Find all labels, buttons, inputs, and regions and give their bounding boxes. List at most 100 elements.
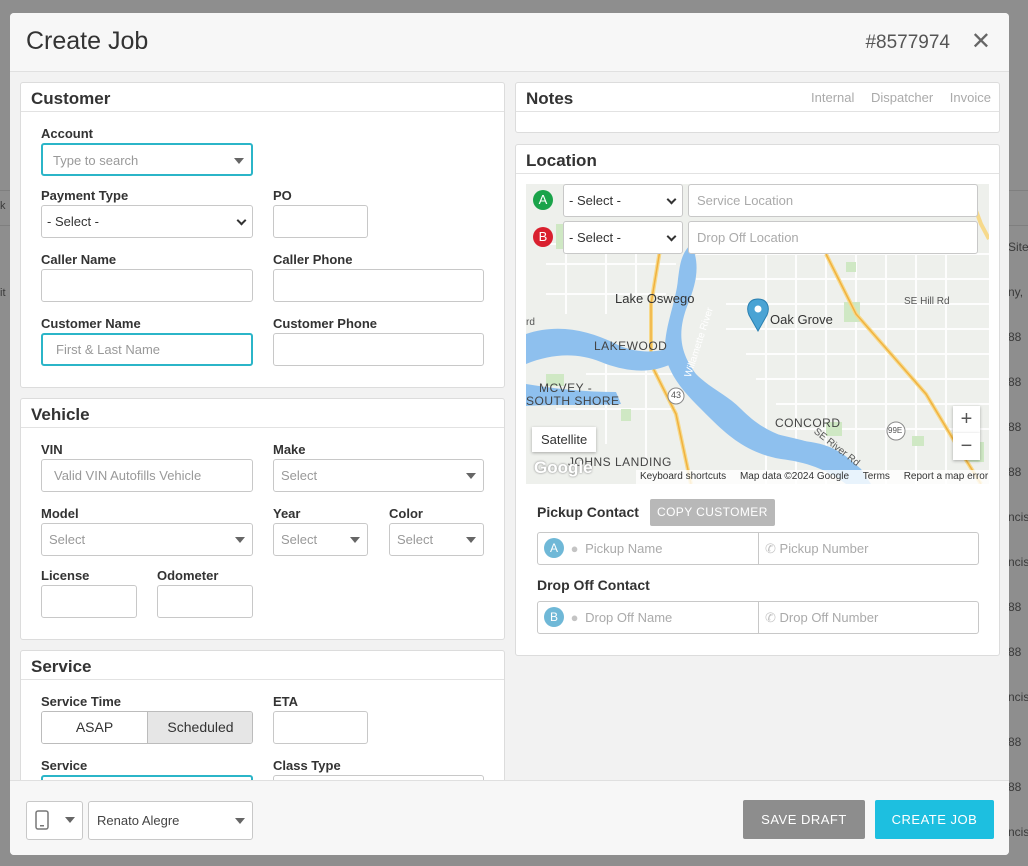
bg-text: k xyxy=(0,200,6,212)
eta-label: ETA xyxy=(273,694,299,709)
service-location-placeholder: Service Location xyxy=(697,193,794,208)
mobile-phone-icon xyxy=(35,810,49,830)
location-a-badge: A xyxy=(533,190,553,210)
dropdown-caret-icon xyxy=(234,158,244,164)
bg-text: ncis xyxy=(1008,825,1028,839)
drop-off-contact-label: Drop Off Contact xyxy=(537,577,650,593)
model-placeholder: Select xyxy=(49,532,86,547)
tab-dispatcher[interactable]: Dispatcher xyxy=(871,90,933,105)
model-select[interactable]: Select xyxy=(41,523,253,556)
make-select[interactable]: Select xyxy=(273,459,484,492)
class-type-label: Class Type xyxy=(273,758,341,773)
bg-text: it xyxy=(0,287,6,299)
service-title: Service xyxy=(21,651,504,680)
zoom-out-button[interactable]: − xyxy=(953,433,980,460)
copy-customer-button[interactable]: COPY CUSTOMER xyxy=(650,499,775,526)
vehicle-title: Vehicle xyxy=(21,399,504,428)
location-title: Location xyxy=(516,145,999,174)
customer-name-label: Customer Name xyxy=(41,316,141,331)
vin-label: VIN xyxy=(41,442,63,457)
person-icon: ● xyxy=(570,541,579,556)
po-label: PO xyxy=(273,188,292,203)
scheduled-option[interactable]: Scheduled xyxy=(147,712,252,743)
map-data-text: Map data ©2024 Google xyxy=(739,471,850,482)
vin-input[interactable]: Valid VIN Autofills Vehicle xyxy=(41,459,253,492)
tab-invoice[interactable]: Invoice xyxy=(950,90,991,105)
caller-name-input[interactable] xyxy=(41,269,253,302)
account-placeholder: Type to search xyxy=(53,153,139,168)
po-input[interactable] xyxy=(273,205,368,238)
bg-text: 88 xyxy=(1008,375,1022,389)
pickup-number-placeholder: Pickup Number xyxy=(779,541,869,556)
model-label: Model xyxy=(41,506,79,521)
pickup-badge: A xyxy=(544,538,564,559)
color-label: Color xyxy=(389,506,423,521)
map-label-rd: rd xyxy=(526,317,535,328)
terms-link[interactable]: Terms xyxy=(863,471,890,482)
close-icon[interactable]: ✕ xyxy=(971,27,991,56)
service-label: Service xyxy=(41,758,88,773)
phone-icon: ✆ xyxy=(765,541,776,556)
year-select[interactable]: Select xyxy=(273,523,368,556)
bg-text: 88 xyxy=(1008,600,1022,614)
pickup-number-input[interactable]: ✆ Pickup Number xyxy=(759,533,978,564)
user-select[interactable]: Renato Alegre xyxy=(88,801,253,840)
zoom-in-button[interactable]: + xyxy=(953,406,980,433)
pickup-contact-group: A ● Pickup Name ✆ Pickup Number xyxy=(537,532,979,565)
odometer-input[interactable] xyxy=(157,585,253,618)
account-label: Account xyxy=(41,126,93,141)
color-select[interactable]: Select xyxy=(389,523,484,556)
map[interactable]: A - Select - Service Location B - Select… xyxy=(526,184,989,484)
modal-body: Customer Account Type to search Payment … xyxy=(10,72,1009,780)
map-footer: Keyboard shortcuts Map data ©2024 Google… xyxy=(636,470,989,484)
caller-phone-input[interactable] xyxy=(273,269,484,302)
bg-text: 88 xyxy=(1008,780,1022,794)
license-input[interactable] xyxy=(41,585,137,618)
device-select[interactable] xyxy=(26,801,83,840)
map-label-oak-grove: Oak Grove xyxy=(770,312,833,327)
location-panel: Location A - Select - Service Location B… xyxy=(515,144,1000,656)
notes-tabs: Internal Dispatcher Invoice xyxy=(798,90,991,105)
year-placeholder: Select xyxy=(281,532,318,547)
color-placeholder: Select xyxy=(397,532,434,547)
service-location-input[interactable]: Service Location xyxy=(688,184,978,217)
service-time-toggle: ASAP Scheduled xyxy=(41,711,253,744)
job-number: #8577974 xyxy=(865,32,950,53)
location-b-select-value: - Select - xyxy=(569,230,622,245)
license-label: License xyxy=(41,568,90,583)
asap-option[interactable]: ASAP xyxy=(42,712,147,743)
keyboard-shortcuts-link[interactable]: Keyboard shortcuts xyxy=(640,471,726,482)
satellite-button[interactable]: Satellite xyxy=(532,427,597,452)
location-a-select[interactable]: - Select - xyxy=(563,184,683,217)
drop-off-number-input[interactable]: ✆ Drop Off Number xyxy=(759,602,978,633)
caller-phone-label: Caller Phone xyxy=(273,252,353,267)
payment-type-select[interactable]: - Select - xyxy=(41,205,253,238)
odometer-label: Odometer xyxy=(157,568,219,583)
dropdown-caret-icon xyxy=(235,537,245,543)
drop-off-name-input[interactable]: B ● Drop Off Name xyxy=(538,602,759,633)
make-label: Make xyxy=(273,442,306,457)
account-search-input[interactable]: Type to search xyxy=(41,143,253,176)
map-label-south-shore: SOUTH SHORE xyxy=(526,394,620,408)
phone-icon: ✆ xyxy=(765,610,776,625)
tab-internal[interactable]: Internal xyxy=(811,90,854,105)
save-draft-button[interactable]: SAVE DRAFT xyxy=(743,800,865,839)
report-map-error-link[interactable]: Report a map error xyxy=(904,471,988,482)
location-b-select[interactable]: - Select - xyxy=(563,221,683,254)
map-label-mcvey: MCVEY - xyxy=(539,381,593,395)
eta-input[interactable] xyxy=(273,711,368,744)
bg-text: 88 xyxy=(1008,420,1022,434)
highway-43-label: 43 xyxy=(671,390,682,400)
location-a-select-value: - Select - xyxy=(569,193,622,208)
chevron-down-icon xyxy=(666,231,677,242)
map-label-concord: CONCORD xyxy=(775,416,841,430)
create-job-button[interactable]: CREATE JOB xyxy=(875,800,994,839)
pickup-name-input[interactable]: A ● Pickup Name xyxy=(538,533,759,564)
customer-phone-input[interactable] xyxy=(273,333,484,366)
drop-off-location-input[interactable]: Drop Off Location xyxy=(688,221,978,254)
map-label-lakewood: LAKEWOOD xyxy=(594,339,668,353)
vehicle-panel: Vehicle VIN Valid VIN Autofills Vehicle … xyxy=(20,398,505,640)
customer-name-input[interactable]: First & Last Name xyxy=(41,333,253,366)
bg-text: 88 xyxy=(1008,330,1022,344)
modal-header: Create Job #8577974 ✕ xyxy=(10,13,1009,72)
